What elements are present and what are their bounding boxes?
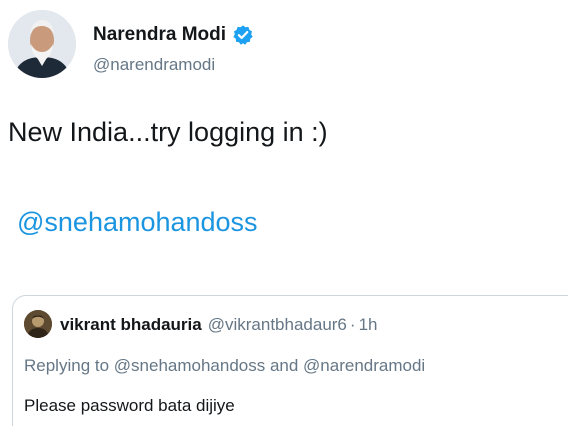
author-handle[interactable]: @narendramodi bbox=[93, 55, 215, 75]
profile-photo-icon bbox=[8, 10, 76, 78]
author-name[interactable]: Narendra Modi bbox=[93, 24, 226, 46]
reply-timestamp[interactable]: 1h bbox=[359, 315, 378, 334]
separator-dot: · bbox=[349, 315, 356, 334]
reply-author-handle[interactable]: @vikrantbhadaur6 bbox=[208, 315, 347, 334]
reply-header: vikrant bhadauria @vikrantbhadaur6 · 1h bbox=[60, 315, 377, 335]
reply-author-name[interactable]: vikrant bhadauria bbox=[60, 315, 202, 334]
verified-badge-icon bbox=[233, 25, 253, 45]
author-name-row: Narendra Modi bbox=[93, 24, 254, 46]
mention-link[interactable]: @snehamohandoss bbox=[17, 207, 258, 238]
reply-author-avatar[interactable] bbox=[24, 310, 52, 338]
author-avatar[interactable] bbox=[8, 10, 76, 78]
reply-profile-photo-icon bbox=[24, 310, 52, 338]
replying-to-context: Replying to @snehamohandoss and @narendr… bbox=[24, 356, 426, 375]
tweet-card: Narendra Modi @narendramodi New India...… bbox=[0, 0, 568, 426]
tweet-text: New India...try logging in :) bbox=[8, 117, 328, 147]
reply-text: Please password bata dijiye bbox=[24, 396, 235, 415]
